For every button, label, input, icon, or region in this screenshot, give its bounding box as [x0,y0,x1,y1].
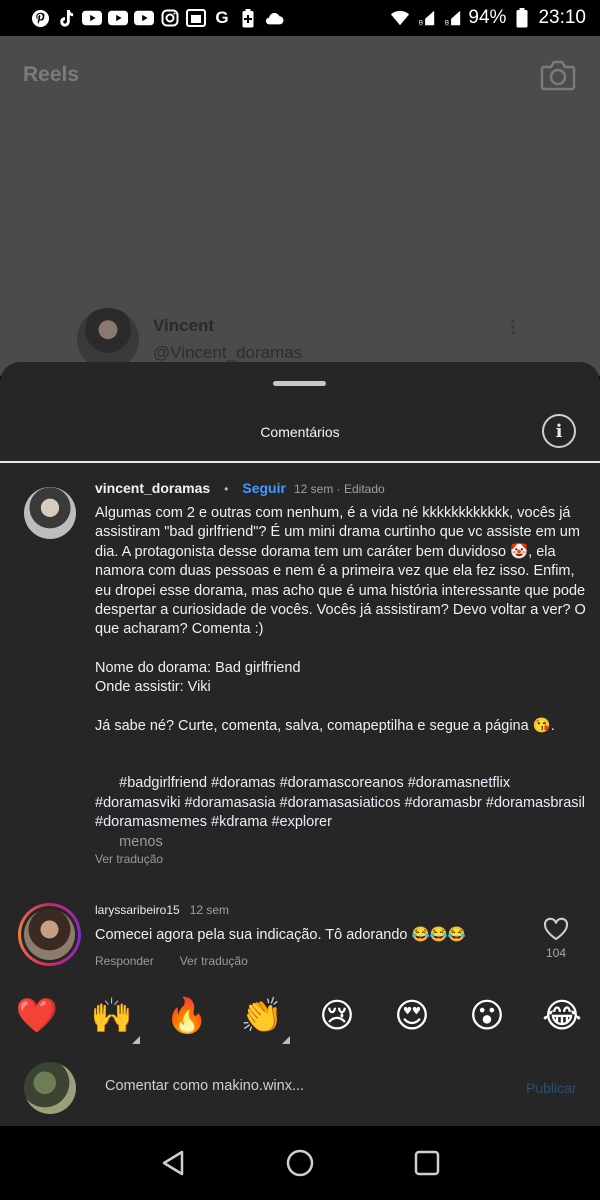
caption-paragraph: Nome do dorama: Bad girlfriend Onde assi… [95,659,301,696]
separator-dot: • [224,482,229,496]
emoji-button[interactable]: ❤️ [15,994,59,1038]
cloud-icon [264,8,284,28]
sheet-title: Comentários [260,424,340,440]
svg-text:B: B [419,19,423,26]
system-status: B B 94% 23:10 [390,7,586,29]
follow-button[interactable]: Seguir [242,480,286,496]
reply-button[interactable]: Responder [95,954,154,968]
signal-icon: B [416,8,436,28]
back-icon[interactable] [153,1143,193,1183]
pinterest-icon [30,8,50,28]
caption-header: vincent_doramas • Seguir 12 sem · Editad… [95,480,385,496]
emoji-button[interactable]: 😂 [540,994,584,1038]
caption-username[interactable]: vincent_doramas [95,480,210,496]
see-translation-link[interactable]: Ver tradução [95,852,163,866]
youtube-icon [108,8,128,28]
caption-paragraph: Algumas com 2 e outras com nenhum, é a v… [95,505,590,638]
page-title: Reels [23,63,80,86]
status-bar: G B B 94% 23:10 [0,0,600,36]
instagram-icon [160,8,180,28]
battery-saver-icon [238,8,258,28]
hashtags[interactable]: #badgirlfriend #doramas #doramascoreanos… [95,775,589,830]
youtube-icon [134,8,154,28]
vpn-icon [186,8,206,28]
heart-icon[interactable] [543,917,569,941]
story-ring[interactable] [18,903,81,966]
google-icon: G [215,8,229,27]
skin-tone-indicator [132,1036,140,1044]
comment-username[interactable]: laryssaribeiro15 [95,903,180,917]
drag-handle[interactable] [273,381,326,386]
navigation-bar [0,1126,600,1200]
caption-paragraph: Já sabe né? Curte, comenta, salva, comap… [95,717,555,734]
wifi-icon [390,8,410,28]
divider [0,461,600,463]
publish-button[interactable]: Publicar [526,1080,577,1096]
comment-composer: Publicar [0,1056,600,1126]
more-icon[interactable] [510,319,516,335]
avatar [24,1062,76,1114]
profile-handle: @Vincent_doramas [153,343,303,362]
emoji-button[interactable]: 🔥 [165,994,209,1038]
skin-tone-indicator [282,1036,290,1044]
battery-percent: 94% [468,7,507,28]
recents-icon[interactable] [407,1143,447,1183]
clock: 23:10 [538,7,586,28]
see-translation-link[interactable]: Ver tradução [180,954,248,968]
avatar [24,909,75,960]
youtube-icon [82,8,102,28]
comment-time: 12 sem [189,903,230,917]
caption-text: Algumas com 2 e outras com nenhum, é a v… [95,504,587,872]
notification-icons: G [30,8,284,28]
less-link[interactable]: menos [119,834,163,850]
reels-background: Reels Vincent @Vincent_doramas [0,36,600,376]
emoji-button[interactable]: 😍 [390,994,434,1038]
comment-actions: Responder Ver tradução [95,954,248,968]
emoji-bar: ❤️ 🙌 🔥 👏 😢 😍 😮 😂 [0,994,600,1046]
avatar[interactable] [24,487,76,539]
info-icon[interactable]: i [542,414,576,448]
emoji-button[interactable]: 👏 [240,994,290,1044]
profile-name[interactable]: Vincent [153,316,214,336]
comment-input[interactable] [105,1078,505,1094]
home-icon[interactable] [280,1143,320,1183]
battery-icon [512,8,532,28]
emoji-button[interactable]: 🙌 [90,994,140,1044]
caption-meta: 12 sem · Editado [293,482,385,496]
emoji-button[interactable]: 😮 [465,994,509,1038]
emoji-button[interactable]: 😢 [315,994,359,1038]
svg-text:B: B [445,19,449,26]
comment-header: laryssaribeiro15 12 sem [95,903,229,917]
avatar[interactable] [77,308,139,370]
like-count: 104 [545,946,567,960]
tiktok-icon [56,8,76,28]
camera-icon[interactable] [540,58,576,92]
comments-sheet: Comentários i vincent_doramas • Seguir 1… [0,362,600,1126]
signal-icon: B [442,8,462,28]
comment-text: Comecei agora pela sua indicação. Tô ado… [95,927,466,943]
